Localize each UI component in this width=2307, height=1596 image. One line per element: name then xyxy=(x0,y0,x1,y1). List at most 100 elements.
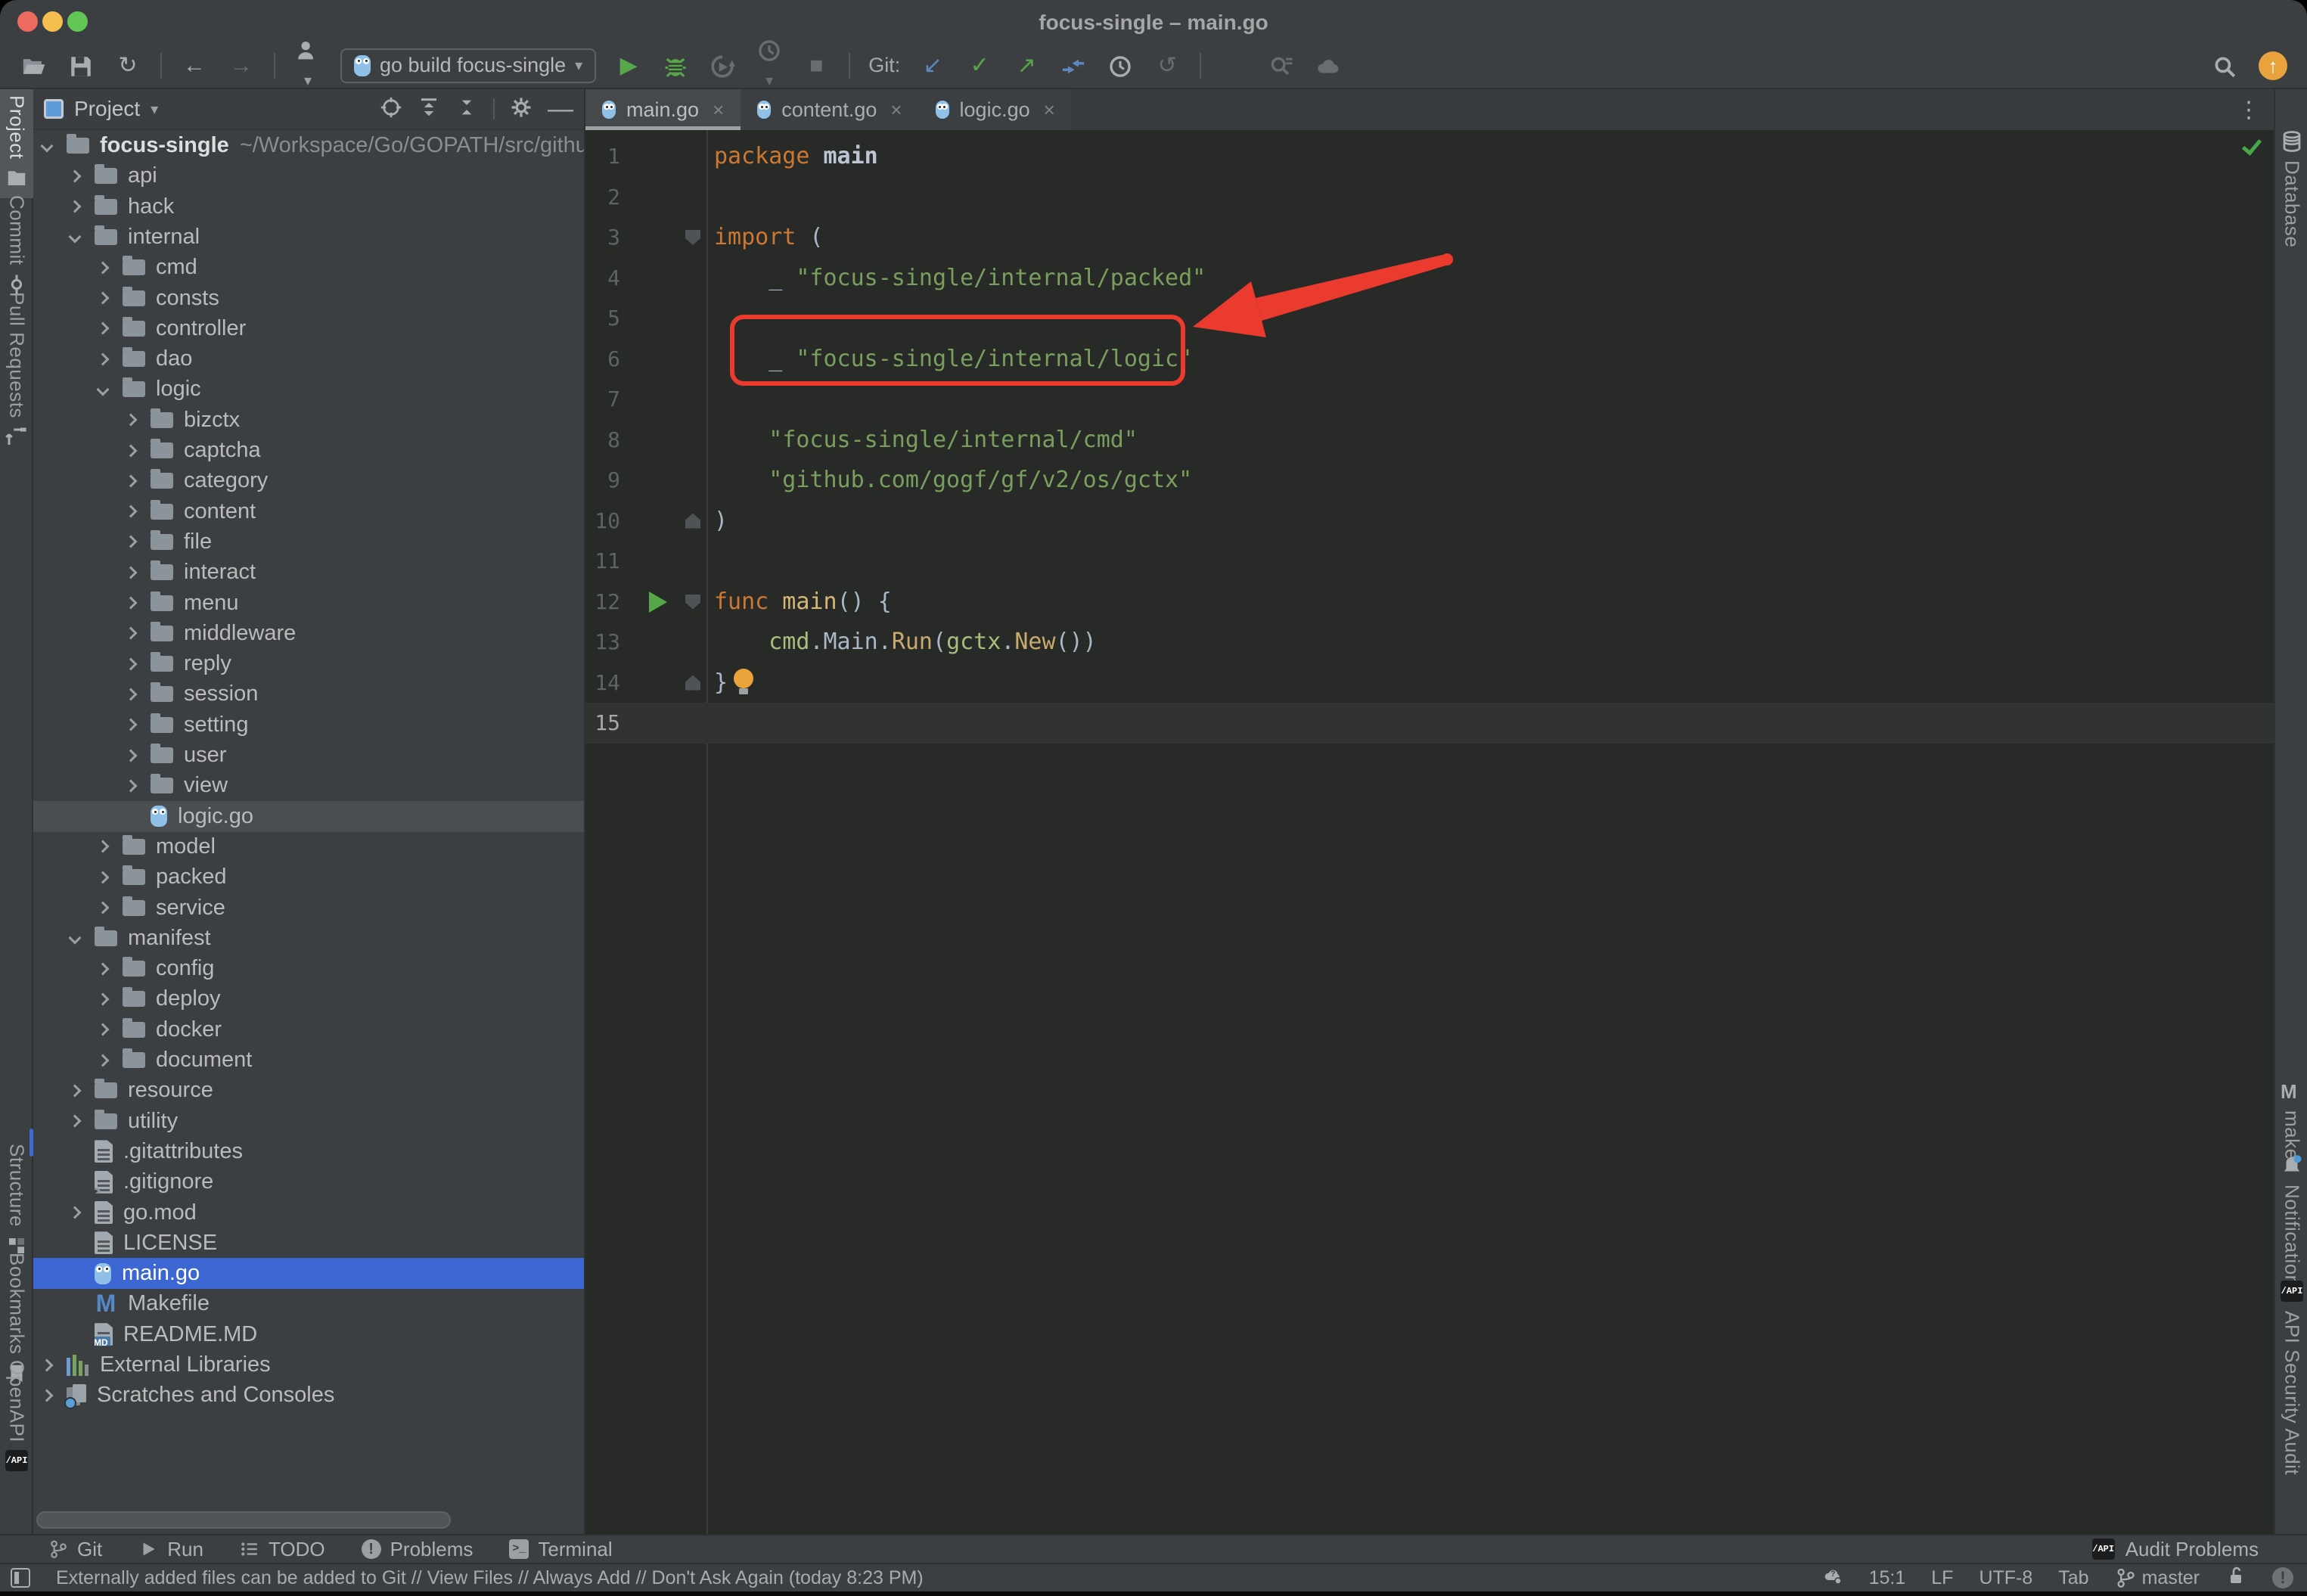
chevron-closed-icon[interactable] xyxy=(125,749,138,762)
search-history-icon[interactable] xyxy=(1266,51,1295,80)
tab-main.go[interactable]: main.go× xyxy=(585,89,741,130)
toolwindow-button-terminal[interactable]: >_Terminal xyxy=(509,1538,612,1561)
tree-item-view[interactable]: view xyxy=(33,770,584,801)
tree-item-logic.go[interactable]: logic.go xyxy=(33,801,584,832)
highlighting-level-icon[interactable]: ! xyxy=(2272,1567,2293,1588)
run-with-coverage-icon[interactable] xyxy=(708,51,737,80)
expand-all-icon[interactable] xyxy=(418,96,440,123)
code-line-8[interactable]: 8 "focus-single/internal/cmd" xyxy=(585,420,2274,461)
tree-item-file[interactable]: file xyxy=(33,526,584,557)
chevron-closed-icon[interactable] xyxy=(125,505,138,518)
cloud-settings-icon[interactable]: ? xyxy=(1822,1565,1843,1591)
search-icon[interactable] xyxy=(2210,51,2239,80)
chevron-open-icon[interactable] xyxy=(41,139,54,152)
line-separator[interactable]: LF xyxy=(1931,1567,1953,1589)
tree-item-setting[interactable]: setting xyxy=(33,710,584,741)
tree-item-LICENSE[interactable]: LICENSE xyxy=(33,1228,584,1259)
tree-item-.gitattributes[interactable]: .gitattributes xyxy=(33,1136,584,1167)
tree-horizontal-scrollbar[interactable] xyxy=(36,1511,451,1529)
stripe-item-notifications[interactable]: Notifications xyxy=(2275,1154,2307,1296)
chevron-closed-icon[interactable] xyxy=(97,322,110,335)
chevron-closed-icon[interactable] xyxy=(125,536,138,548)
stripe-item-structure[interactable]: Structure xyxy=(0,1144,33,1257)
status-link[interactable]: View Files xyxy=(427,1567,513,1588)
chevron-closed-icon[interactable] xyxy=(69,200,82,213)
code-line-2[interactable]: 2 xyxy=(585,177,2274,218)
rollback-icon[interactable]: ↺ xyxy=(1153,51,1181,80)
chevron-closed-icon[interactable] xyxy=(125,779,138,792)
back-icon[interactable]: ← xyxy=(180,51,209,80)
code-line-10[interactable]: 10) xyxy=(585,501,2274,542)
tree-item-main.go[interactable]: main.go xyxy=(33,1258,584,1289)
chevron-down-icon[interactable]: ▾ xyxy=(151,100,158,119)
tree-item-api[interactable]: api xyxy=(33,160,584,191)
close-icon[interactable]: × xyxy=(1044,98,1055,122)
tree-item-category[interactable]: category xyxy=(33,465,584,496)
locate-icon[interactable] xyxy=(380,96,402,123)
chevron-closed-icon[interactable] xyxy=(97,292,110,305)
status-link[interactable]: Always Add xyxy=(533,1567,630,1588)
chevron-closed-icon[interactable] xyxy=(97,962,110,975)
chevron-closed-icon[interactable] xyxy=(125,688,138,700)
stripe-item-openapi[interactable]: OpenAPI/API xyxy=(0,1360,33,1473)
fold-marker-icon[interactable] xyxy=(685,230,700,245)
tree-item-logic[interactable]: logic xyxy=(33,374,584,405)
tree-item-session[interactable]: session xyxy=(33,678,584,710)
forward-icon[interactable]: → xyxy=(227,51,256,80)
indent-style[interactable]: Tab xyxy=(2058,1567,2088,1589)
close-icon[interactable]: × xyxy=(713,98,724,122)
toolwindow-button-git[interactable]: Git xyxy=(48,1538,102,1561)
update-project-icon[interactable]: ↙ xyxy=(918,51,947,80)
run-configuration-select[interactable]: go build focus-single ▾ xyxy=(340,48,596,83)
tree-item-service[interactable]: service xyxy=(33,893,584,924)
stripe-item-pull-requests[interactable]: Pull Requests xyxy=(0,292,33,449)
code-line-9[interactable]: 9 "github.com/gogf/gf/v2/os/gctx" xyxy=(585,460,2274,501)
tree-item-utility[interactable]: utility xyxy=(33,1106,584,1137)
chevron-closed-icon[interactable] xyxy=(97,1054,110,1067)
debug-icon[interactable] xyxy=(661,51,690,80)
chevron-open-icon[interactable] xyxy=(97,383,110,396)
tree-item-hack[interactable]: hack xyxy=(33,191,584,222)
toolwindow-button-run[interactable]: Run xyxy=(138,1538,203,1561)
run-icon[interactable]: ▶ xyxy=(614,51,643,80)
tree-item-dao[interactable]: dao xyxy=(33,343,584,374)
intention-bulb-icon[interactable] xyxy=(734,669,753,688)
stripe-item-make[interactable]: Mmake xyxy=(2275,1080,2307,1160)
chevron-closed-icon[interactable] xyxy=(97,261,110,274)
code-line-11[interactable]: 11 xyxy=(585,541,2274,582)
history-icon[interactable] xyxy=(1106,51,1135,80)
tree-item-reply[interactable]: reply xyxy=(33,648,584,679)
code-line-3[interactable]: 3import ( xyxy=(585,217,2274,258)
code-line-15[interactable]: 15 xyxy=(585,703,2274,744)
code-line-14[interactable]: 14} xyxy=(585,663,2274,703)
caret-position[interactable]: 15:1 xyxy=(1869,1567,1906,1589)
code-line-1[interactable]: 1package main xyxy=(585,136,2274,177)
merge-icon[interactable] xyxy=(1059,51,1088,80)
chevron-closed-icon[interactable] xyxy=(41,1358,54,1371)
stripe-item-project[interactable]: Project xyxy=(0,89,33,198)
tree-item-cmd[interactable]: cmd xyxy=(33,252,584,283)
tree-item-External Libraries[interactable]: External Libraries xyxy=(33,1349,584,1380)
chevron-closed-icon[interactable] xyxy=(125,474,138,487)
layout-toggle-icon[interactable] xyxy=(11,1568,30,1588)
chevron-closed-icon[interactable] xyxy=(69,1084,82,1097)
tree-item-consts[interactable]: consts xyxy=(33,283,584,314)
code-line-4[interactable]: 4 _ "focus-single/internal/packed" xyxy=(585,258,2274,299)
chevron-closed-icon[interactable] xyxy=(97,840,110,853)
ide-update-icon[interactable]: ↑ xyxy=(2259,51,2287,80)
tab-content.go[interactable]: content.go× xyxy=(741,89,918,130)
tree-item-manifest[interactable]: manifest xyxy=(33,923,584,954)
user-icon[interactable]: ▾ xyxy=(293,36,322,95)
chevron-closed-icon[interactable] xyxy=(97,1023,110,1036)
chevron-closed-icon[interactable] xyxy=(97,352,110,365)
tree-item-interact[interactable]: interact xyxy=(33,557,584,588)
chevron-closed-icon[interactable] xyxy=(125,597,138,610)
toolwindow-button-problems[interactable]: !Problems xyxy=(362,1538,474,1561)
tree-item-resource[interactable]: resource xyxy=(33,1075,584,1106)
tree-item-user[interactable]: user xyxy=(33,740,584,771)
tree-item-Scratches and Consoles[interactable]: Scratches and Consoles xyxy=(33,1380,584,1411)
tree-item-README.MD[interactable]: MDREADME.MD xyxy=(33,1319,584,1350)
tree-item-go.mod[interactable]: go.mod xyxy=(33,1197,584,1228)
save-icon[interactable] xyxy=(67,51,95,80)
stripe-item-api-security-audit[interactable]: /APIAPI Security Audit xyxy=(2275,1281,2307,1475)
